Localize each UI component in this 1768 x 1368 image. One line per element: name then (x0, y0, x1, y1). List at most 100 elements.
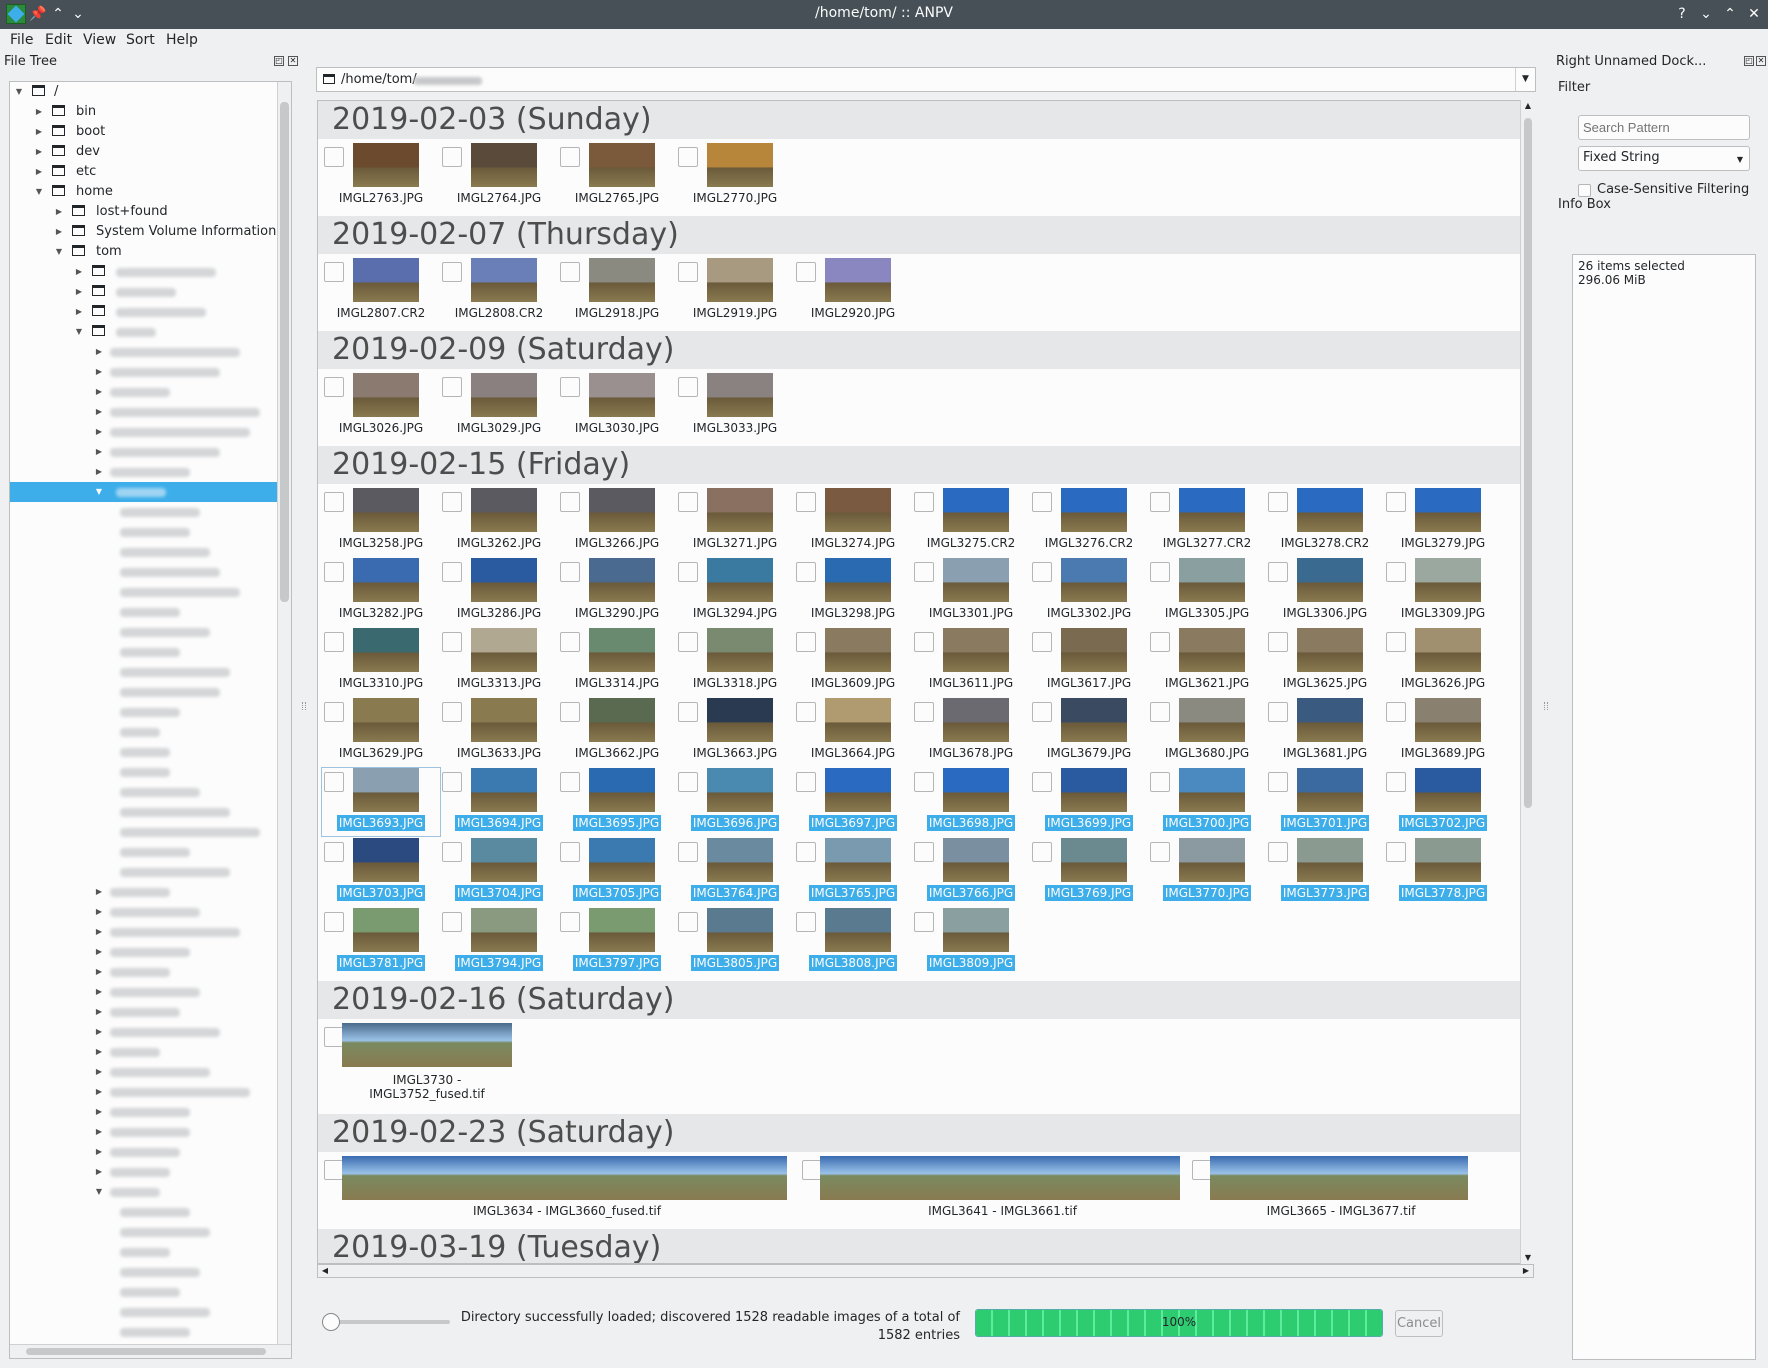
select-checkbox[interactable] (1268, 632, 1288, 652)
select-checkbox[interactable] (914, 912, 934, 932)
select-checkbox[interactable] (560, 632, 580, 652)
tree-item-blurred[interactable] (10, 622, 278, 642)
image-thumbnail[interactable] (471, 838, 537, 882)
expand-arrow-icon[interactable]: ▶ (94, 422, 104, 442)
dropdown-arrow-icon[interactable]: ▼ (1515, 68, 1535, 91)
thumbnail-item[interactable]: IMGL3286.JPG (440, 558, 558, 626)
menu-view[interactable]: View (83, 32, 116, 48)
tree-item-blurred[interactable] (10, 1242, 278, 1262)
thumbnail-item[interactable]: IMGL3033.JPG (676, 373, 794, 441)
scrollbar-thumb[interactable] (26, 1348, 266, 1355)
thumbnail-item[interactable]: IMGL3808.JPG (794, 908, 912, 976)
image-thumbnail[interactable] (353, 373, 419, 417)
thumbnail-item[interactable]: IMGL2919.JPG (676, 258, 794, 326)
thumbnail-item[interactable]: IMGL3699.JPG (1030, 768, 1148, 836)
expand-arrow-icon[interactable]: ▶ (74, 262, 84, 282)
tree-item-blurred[interactable] (10, 1282, 278, 1302)
image-thumbnail[interactable] (1297, 838, 1363, 882)
dock-float-icon[interactable]: ◰ (1744, 56, 1754, 66)
expand-arrow-icon[interactable]: ▶ (34, 102, 44, 122)
image-thumbnail[interactable] (943, 558, 1009, 602)
minimize-icon[interactable]: ⌄ (1696, 4, 1716, 24)
thumbnail-item[interactable]: IMGL3698.JPG (912, 768, 1030, 836)
select-checkbox[interactable] (796, 772, 816, 792)
tree-item-blurred[interactable]: ▶ (10, 282, 278, 302)
image-thumbnail[interactable] (825, 838, 891, 882)
tree-item-home[interactable]: ▼ home (10, 182, 278, 202)
image-thumbnail[interactable] (825, 628, 891, 672)
image-thumbnail[interactable] (353, 838, 419, 882)
menu-help[interactable]: Help (166, 32, 198, 48)
tree-item-blurred[interactable]: ▶ (10, 462, 278, 482)
tree-item-blurred[interactable] (10, 1202, 278, 1222)
thumbnail-item[interactable]: IMGL3773.JPG (1266, 838, 1384, 906)
image-thumbnail[interactable] (1415, 558, 1481, 602)
image-thumbnail[interactable] (1179, 558, 1245, 602)
image-thumbnail[interactable] (1297, 628, 1363, 672)
select-checkbox[interactable] (560, 377, 580, 397)
scroll-left-icon[interactable]: ◀ (318, 1265, 332, 1277)
slider-handle[interactable] (322, 1313, 340, 1331)
thumbnail-item[interactable]: IMGL3262.JPG (440, 488, 558, 556)
image-thumbnail[interactable] (943, 838, 1009, 882)
tree-item-dev[interactable]: ▶ dev (10, 142, 278, 162)
image-thumbnail[interactable] (1061, 558, 1127, 602)
select-checkbox[interactable] (678, 562, 698, 582)
tree-item-bin[interactable]: ▶ bin (10, 102, 278, 122)
help-icon[interactable]: ? (1672, 4, 1692, 24)
thumbnail-item[interactable]: IMGL2765.JPG (558, 143, 676, 211)
menu-edit[interactable]: Edit (45, 32, 72, 48)
panorama-item[interactable]: IMGL3634 - IMGL3660_fused.tif (322, 1156, 797, 1226)
select-checkbox[interactable] (678, 912, 698, 932)
thumbnail-item[interactable]: IMGL3294.JPG (676, 558, 794, 626)
close-icon[interactable]: ✕ (1744, 4, 1764, 24)
select-checkbox[interactable] (442, 262, 462, 282)
thumbnail-item[interactable]: IMGL3770.JPG (1148, 838, 1266, 906)
tree-item-boot[interactable]: ▶ boot (10, 122, 278, 142)
select-checkbox[interactable] (1032, 562, 1052, 582)
image-thumbnail[interactable] (1179, 488, 1245, 532)
select-checkbox[interactable] (1150, 632, 1170, 652)
select-checkbox[interactable] (802, 1160, 822, 1180)
select-checkbox[interactable] (1386, 562, 1406, 582)
panorama-item[interactable]: IMGL3730 - IMGL3752_fused.tif (322, 1023, 522, 1101)
select-checkbox[interactable] (1386, 772, 1406, 792)
select-checkbox[interactable] (1268, 492, 1288, 512)
image-thumbnail[interactable] (1179, 628, 1245, 672)
image-thumbnail[interactable] (589, 628, 655, 672)
image-thumbnail[interactable] (589, 258, 655, 302)
thumbnail-item[interactable]: IMGL3617.JPG (1030, 628, 1148, 696)
tree-item-blurred[interactable] (10, 702, 278, 722)
thumbnail-item[interactable]: IMGL3290.JPG (558, 558, 676, 626)
tree-item-blurred[interactable] (10, 742, 278, 762)
thumbnail-item[interactable]: IMGL3625.JPG (1266, 628, 1384, 696)
image-thumbnail[interactable] (1415, 628, 1481, 672)
image-thumbnail[interactable] (825, 908, 891, 952)
tree-item-blurred[interactable] (10, 542, 278, 562)
thumbnail-item[interactable]: IMGL3701.JPG (1266, 768, 1384, 836)
select-checkbox[interactable] (1032, 772, 1052, 792)
panorama-item[interactable]: IMGL3641 - IMGL3661.tif (800, 1156, 1190, 1226)
tree-item-lost-found[interactable]: ▶ lost+found (10, 202, 278, 222)
thumbnail-item[interactable]: IMGL3276.CR2 (1030, 488, 1148, 556)
thumbnail-item[interactable]: IMGL3695.JPG (558, 768, 676, 836)
tree-item-etc[interactable]: ▶ etc (10, 162, 278, 182)
thumbnail-item[interactable]: IMGL3704.JPG (440, 838, 558, 906)
image-thumbnail[interactable] (1415, 698, 1481, 742)
expand-arrow-icon[interactable]: ▶ (74, 302, 84, 322)
select-checkbox[interactable] (560, 912, 580, 932)
scrollbar-thumb[interactable] (280, 102, 289, 602)
select-checkbox[interactable] (1386, 632, 1406, 652)
select-checkbox[interactable] (1032, 842, 1052, 862)
select-checkbox[interactable] (324, 262, 344, 282)
thumbnail-item[interactable]: IMGL3313.JPG (440, 628, 558, 696)
thumbnail-item[interactable]: IMGL3275.CR2 (912, 488, 1030, 556)
tree-item-blurred[interactable]: ▶ (10, 922, 278, 942)
thumbnail-item[interactable]: IMGL3678.JPG (912, 698, 1030, 766)
thumbnail-item[interactable]: IMGL3778.JPG (1384, 838, 1502, 906)
image-thumbnail[interactable] (707, 258, 773, 302)
select-checkbox[interactable] (678, 632, 698, 652)
image-thumbnail[interactable] (589, 698, 655, 742)
image-thumbnail[interactable] (353, 768, 419, 812)
tree-item-blurred[interactable]: ▶ (10, 882, 278, 902)
